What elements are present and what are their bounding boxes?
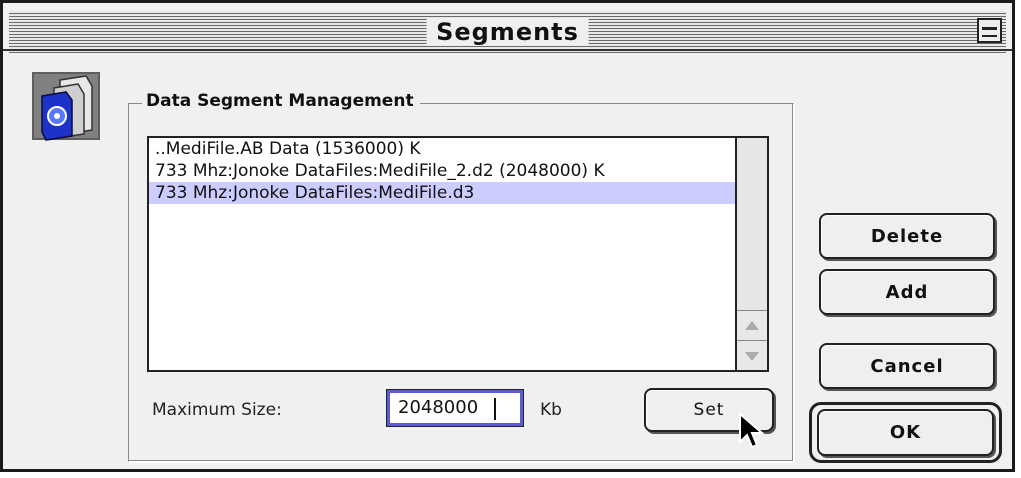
delete-button[interactable]: Delete: [819, 213, 995, 259]
text-caret: [494, 398, 496, 420]
window-title: Segments: [426, 18, 589, 46]
scroll-up-arrow-icon[interactable]: [737, 310, 767, 340]
segments-list[interactable]: ..MediFile.AB Data (1536000) K 733 Mhz:Jo…: [147, 136, 769, 372]
arrow-cursor-icon: [739, 412, 764, 449]
maximum-size-value: 2048000: [398, 397, 479, 418]
data-disk-icon: [32, 72, 100, 141]
title-divider: [3, 49, 1012, 51]
segment-list-item[interactable]: 733 Mhz:Jonoke DataFiles:MediFile_2.d2 (…: [149, 160, 735, 182]
segment-list-item[interactable]: 733 Mhz:Jonoke DataFiles:MediFile.d3: [149, 182, 735, 204]
maximum-size-label: Maximum Size:: [152, 400, 282, 420]
cancel-button[interactable]: Cancel: [819, 343, 995, 389]
segments-list-content: ..MediFile.AB Data (1536000) K 733 Mhz:Jo…: [149, 138, 735, 370]
maximum-size-input[interactable]: 2048000: [386, 389, 524, 427]
group-title: Data Segment Management: [142, 91, 420, 111]
add-button[interactable]: Add: [819, 269, 995, 315]
scroll-down-arrow-icon[interactable]: [737, 340, 767, 370]
ok-button[interactable]: OK: [817, 409, 994, 456]
list-scrollbar[interactable]: [735, 138, 767, 370]
window-zoom-icon[interactable]: [977, 18, 1002, 43]
size-unit-label: Kb: [540, 400, 562, 420]
title-bar[interactable]: Segments: [9, 11, 1006, 53]
segment-list-item[interactable]: ..MediFile.AB Data (1536000) K: [149, 138, 735, 160]
